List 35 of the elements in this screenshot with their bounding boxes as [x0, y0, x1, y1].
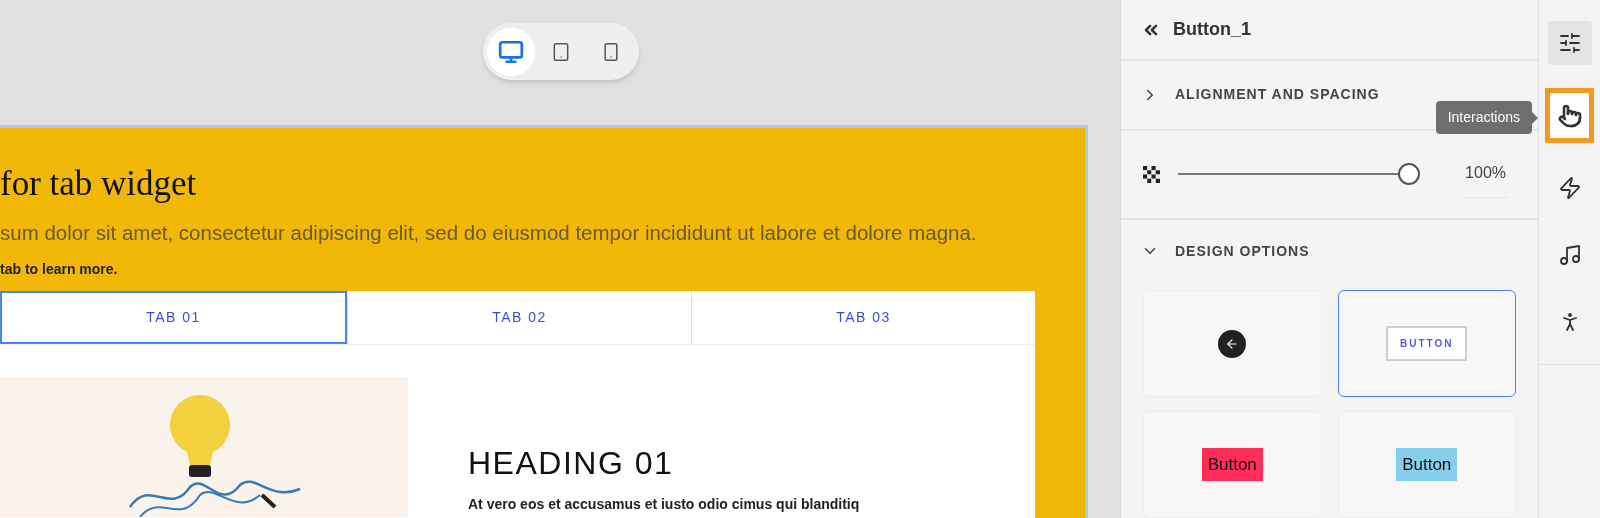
- section-header[interactable]: DESIGN OPTIONS: [1141, 240, 1310, 262]
- design-option-card[interactable]: Button: [1337, 411, 1516, 518]
- pointer-hand-button[interactable]: [1545, 88, 1594, 143]
- design-option-card[interactable]: Button: [1143, 411, 1322, 518]
- design-option-card[interactable]: BUTTON: [1337, 290, 1516, 397]
- tab[interactable]: TAB 01: [0, 290, 347, 344]
- sliders-icon: [1557, 31, 1582, 55]
- monitor-icon: [498, 38, 524, 65]
- settings-button[interactable]: [1547, 21, 1592, 65]
- section-label: DESIGN OPTIONS: [1175, 241, 1310, 261]
- music-note-icon: [1557, 243, 1582, 267]
- button-preview: Button: [1201, 447, 1263, 482]
- tablet-icon: [551, 41, 571, 62]
- pointer-hand-icon: [1557, 103, 1582, 128]
- panel-title: Button_1: [1173, 18, 1251, 42]
- opacity-value: 100%: [1463, 150, 1508, 198]
- section-paragraph: sum dolor sit amet, consectetur adipiscing elit, sed do eiusmod tempor incididunt ut labore et dolore magna.: [0, 220, 978, 246]
- desktop-view-button[interactable]: [487, 27, 535, 76]
- section-header[interactable]: ALIGNMENT AND SPACING: [1141, 84, 1380, 106]
- opacity-slider[interactable]: [1178, 162, 1420, 187]
- content-heading: HEADING 01: [468, 446, 675, 479]
- button-preview: BUTTON: [1386, 326, 1468, 361]
- tooltip-pointer-icon: [1532, 111, 1538, 124]
- section-title: for tab widget: [0, 166, 198, 201]
- smartphone-icon: [601, 41, 621, 62]
- content-text: At vero eos et accusamus et iusto odio cimus qui blanditiq: [468, 494, 860, 514]
- tooltip: Interactions: [1435, 101, 1532, 134]
- tab[interactable]: TAB 02: [347, 290, 691, 344]
- button-preview: Button: [1396, 447, 1458, 482]
- section-label: ALIGNMENT AND SPACING: [1175, 85, 1380, 105]
- tab[interactable]: TAB 03: [691, 290, 1035, 344]
- section-hint: tab to learn more.: [0, 259, 119, 279]
- design-option-card[interactable]: [1143, 290, 1322, 397]
- lightning-icon: [1557, 176, 1582, 200]
- transparency-icon: [1143, 165, 1160, 183]
